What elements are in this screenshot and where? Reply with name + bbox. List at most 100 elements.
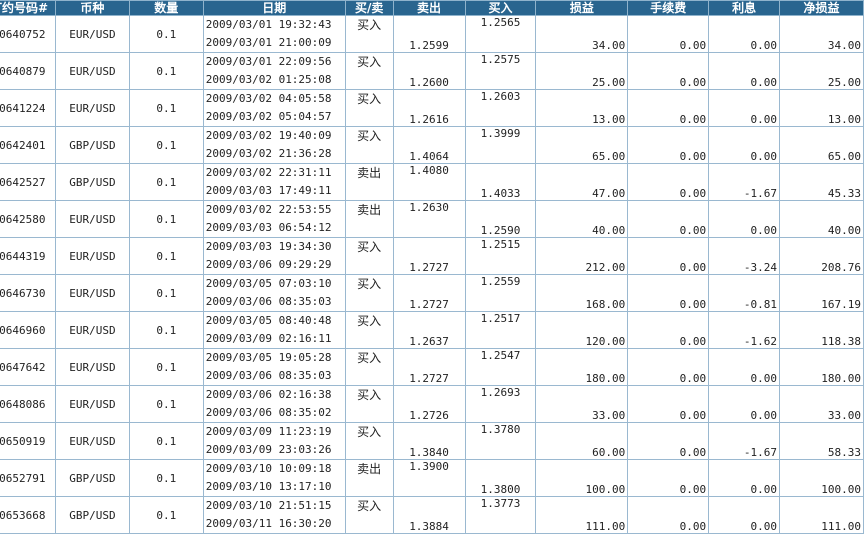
symbol-cell: EUR/USD	[54, 348, 130, 386]
interest-cell: -1.62	[708, 311, 781, 349]
profit-cell: 25.00	[535, 52, 629, 90]
date-cell: 2009/03/09 11:23:19 2009/03/09 23:03:26	[202, 422, 346, 460]
table-row[interactable]: 10650919 EUR/USD 0.1 2009/03/09 11:23:19…	[0, 422, 864, 460]
net-profit-cell: 167.19	[779, 274, 864, 312]
header-date[interactable]: 日期	[202, 0, 346, 16]
sell-price-cell: 1.2727	[392, 237, 466, 275]
interest-cell: 0.00	[708, 459, 781, 497]
close-time: 2009/03/11 16:30:20	[205, 517, 332, 530]
lots-cell: 0.1	[128, 459, 204, 497]
table-row[interactable]: 10641224 EUR/USD 0.1 2009/03/02 04:05:58…	[0, 89, 864, 127]
open-time: 2009/03/02 22:53:55	[205, 203, 332, 216]
buy-price-cell: 1.2515	[464, 237, 537, 275]
commission-cell: 0.00	[627, 89, 710, 127]
commission-cell: 0.00	[627, 459, 710, 497]
table-row[interactable]: 10644319 EUR/USD 0.1 2009/03/03 19:34:30…	[0, 237, 864, 275]
table-row[interactable]: 10642527 GBP/USD 0.1 2009/03/02 22:31:11…	[0, 163, 864, 201]
order-number-cell: 10652791	[0, 459, 56, 497]
table-row[interactable]: 10646730 EUR/USD 0.1 2009/03/05 07:03:10…	[0, 274, 864, 312]
open-time: 2009/03/01 19:32:43	[205, 18, 332, 31]
sell-price-cell: 1.4064	[392, 126, 466, 164]
commission-cell: 0.00	[627, 163, 710, 201]
lots-cell: 0.1	[128, 163, 204, 201]
net-profit-cell: 100.00	[779, 459, 864, 497]
close-time: 2009/03/02 05:04:57	[205, 110, 332, 123]
trade-type-cell: 买入	[344, 15, 394, 53]
trade-type-cell: 买入	[344, 311, 394, 349]
trade-type-cell: 卖出	[344, 459, 394, 497]
open-time: 2009/03/05 19:05:28	[205, 351, 332, 364]
net-profit-cell: 111.00	[779, 496, 864, 534]
sell-price-cell: 1.2727	[392, 348, 466, 386]
net-profit-cell: 45.33	[779, 163, 864, 201]
trade-type-cell: 买入	[344, 385, 394, 423]
trade-type-cell: 卖出	[344, 163, 394, 201]
header-symbol[interactable]: 币种	[54, 0, 130, 16]
table-row[interactable]: 10653668 GBP/USD 0.1 2009/03/10 21:51:15…	[0, 496, 864, 534]
header-order-number[interactable]: 订约号码#	[0, 0, 56, 16]
net-profit-cell: 33.00	[779, 385, 864, 423]
open-time: 2009/03/09 11:23:19	[205, 425, 332, 438]
lots-cell: 0.1	[128, 237, 204, 275]
sell-price-cell: 1.3840	[392, 422, 466, 460]
order-number-cell: 10653668	[0, 496, 56, 534]
buy-price-cell: 1.2693	[464, 385, 537, 423]
interest-cell: 0.00	[708, 126, 781, 164]
symbol-cell: EUR/USD	[54, 422, 130, 460]
trade-history-panel: 订约号码# 币种 数量 日期 买/卖 卖出 买入 损益 手续费 利息 净损益 1…	[0, 0, 864, 534]
header-buy-price[interactable]: 买入	[464, 0, 537, 16]
table-row[interactable]: 10648086 EUR/USD 0.1 2009/03/06 02:16:38…	[0, 385, 864, 423]
net-profit-cell: 118.38	[779, 311, 864, 349]
header-profit[interactable]: 损益	[535, 0, 629, 16]
header-commission[interactable]: 手续费	[627, 0, 710, 16]
profit-cell: 47.00	[535, 163, 629, 201]
lots-cell: 0.1	[128, 126, 204, 164]
header-net-profit[interactable]: 净损益	[779, 0, 864, 16]
table-row[interactable]: 10640879 EUR/USD 0.1 2009/03/01 22:09:56…	[0, 52, 864, 90]
profit-cell: 180.00	[535, 348, 629, 386]
lots-cell: 0.1	[128, 496, 204, 534]
close-time: 2009/03/10 13:17:10	[205, 480, 332, 493]
profit-cell: 65.00	[535, 126, 629, 164]
symbol-cell: GBP/USD	[54, 496, 130, 534]
table-row[interactable]: 10647642 EUR/USD 0.1 2009/03/05 19:05:28…	[0, 348, 864, 386]
buy-price-cell: 1.3780	[464, 422, 537, 460]
sell-price-cell: 1.3884	[392, 496, 466, 534]
trade-type-cell: 买入	[344, 52, 394, 90]
date-cell: 2009/03/01 22:09:56 2009/03/02 01:25:08	[202, 52, 346, 90]
header-sell-price[interactable]: 卖出	[392, 0, 466, 16]
lots-cell: 0.1	[128, 385, 204, 423]
header-interest[interactable]: 利息	[708, 0, 781, 16]
interest-cell: 0.00	[708, 15, 781, 53]
net-profit-cell: 40.00	[779, 200, 864, 238]
interest-cell: 0.00	[708, 52, 781, 90]
commission-cell: 0.00	[627, 52, 710, 90]
table-row[interactable]: 10640752 EUR/USD 0.1 2009/03/01 19:32:43…	[0, 15, 864, 53]
buy-price-cell: 1.2547	[464, 348, 537, 386]
date-cell: 2009/03/01 19:32:43 2009/03/01 21:00:09	[202, 15, 346, 53]
lots-cell: 0.1	[128, 89, 204, 127]
order-number-cell: 10648086	[0, 385, 56, 423]
sell-price-cell: 1.2599	[392, 15, 466, 53]
symbol-cell: EUR/USD	[54, 274, 130, 312]
header-buy-sell[interactable]: 买/卖	[344, 0, 394, 16]
trade-history-table: 订约号码# 币种 数量 日期 买/卖 卖出 买入 损益 手续费 利息 净损益 1…	[0, 0, 864, 534]
open-time: 2009/03/10 10:09:18	[205, 462, 332, 475]
interest-cell: 0.00	[708, 385, 781, 423]
symbol-cell: GBP/USD	[54, 459, 130, 497]
symbol-cell: EUR/USD	[54, 200, 130, 238]
order-number-cell: 10644319	[0, 237, 56, 275]
table-row[interactable]: 10646960 EUR/USD 0.1 2009/03/05 08:40:48…	[0, 311, 864, 349]
table-row[interactable]: 10652791 GBP/USD 0.1 2009/03/10 10:09:18…	[0, 459, 864, 497]
header-lots[interactable]: 数量	[128, 0, 204, 16]
date-cell: 2009/03/03 19:34:30 2009/03/06 09:29:29	[202, 237, 346, 275]
buy-price-cell: 1.3999	[464, 126, 537, 164]
buy-price-cell: 1.2559	[464, 274, 537, 312]
trade-type-cell: 买入	[344, 89, 394, 127]
profit-cell: 60.00	[535, 422, 629, 460]
order-number-cell: 10646730	[0, 274, 56, 312]
open-time: 2009/03/01 22:09:56	[205, 55, 332, 68]
table-row[interactable]: 10642580 EUR/USD 0.1 2009/03/02 22:53:55…	[0, 200, 864, 238]
symbol-cell: EUR/USD	[54, 52, 130, 90]
table-row[interactable]: 10642401 GBP/USD 0.1 2009/03/02 19:40:09…	[0, 126, 864, 164]
